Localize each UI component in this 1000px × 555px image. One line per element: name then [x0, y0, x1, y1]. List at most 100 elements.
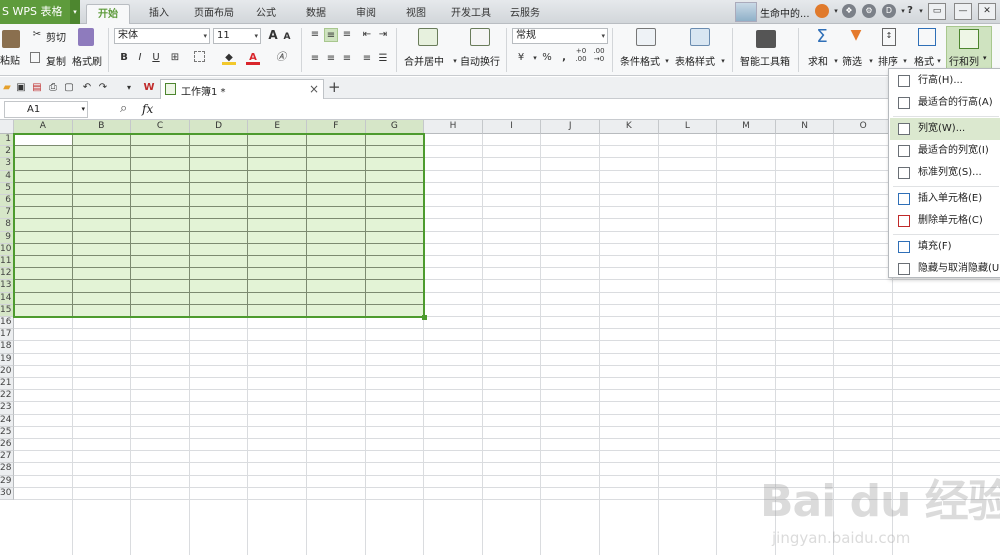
export-pdf-icon[interactable]: ▤	[30, 81, 44, 95]
tab-cloud[interactable]: 云服务	[506, 4, 544, 24]
row-header[interactable]: 14	[0, 292, 14, 305]
decrease-font-icon[interactable]: A	[280, 30, 294, 44]
name-box-caret-icon[interactable]: ▾	[81, 102, 85, 117]
row-header[interactable]: 4	[0, 170, 14, 183]
sum-icon[interactable]: Σ	[812, 27, 832, 47]
increase-font-icon[interactable]: A	[266, 28, 280, 42]
sort-icon[interactable]: ↕	[882, 28, 896, 46]
restore-icon[interactable]: ✕	[978, 3, 996, 20]
tab-review[interactable]: 审阅	[350, 4, 382, 24]
column-header[interactable]: O	[834, 120, 893, 134]
worksheet-grid[interactable]: A B C D E F G H I J K L M N O 1 2 3 4 5 6 7 8 9 10 11 12 13 14 15 16 17…	[0, 120, 1000, 555]
document-tab[interactable]: 工作簿1 * ×	[160, 79, 324, 99]
table-style-icon[interactable]	[690, 28, 710, 46]
column-header[interactable]: I	[482, 120, 542, 134]
tab-page-layout[interactable]: 页面布局	[186, 4, 242, 24]
undo-icon[interactable]: ↶	[80, 81, 94, 95]
tab-data[interactable]: 数据	[300, 4, 332, 24]
column-header[interactable]: B	[72, 120, 132, 134]
customize-qa-caret-icon[interactable]: ▾	[122, 81, 136, 95]
thousands-button[interactable]: ,	[557, 51, 571, 65]
row-header[interactable]: 11	[0, 256, 14, 269]
copy-button[interactable]: 复制	[46, 53, 66, 68]
tab-insert[interactable]: 插入	[140, 4, 178, 24]
column-header[interactable]: M	[717, 120, 776, 134]
sum-button[interactable]: 求和	[808, 53, 828, 68]
upload-icon[interactable]: ▭	[928, 3, 946, 20]
font-color-icon[interactable]: A	[246, 51, 260, 65]
merge-center-button[interactable]: 合并居中	[404, 53, 444, 68]
font-size-caret-icon[interactable]: ▾	[254, 29, 258, 43]
font-size-select[interactable]: 11 ▾	[213, 28, 261, 44]
row-header[interactable]: 7	[0, 207, 14, 220]
align-right-icon[interactable]: ≡	[340, 52, 354, 66]
scissors-icon[interactable]: ✂	[30, 28, 44, 42]
format-painter-button[interactable]: 格式刷	[72, 53, 102, 68]
align-left-icon[interactable]: ≡	[308, 52, 322, 66]
clear-format-icon[interactable]: Ⓐ	[274, 51, 288, 65]
close-tab-icon[interactable]: ×	[309, 82, 319, 96]
menu-item-best-column-width[interactable]: 最适合的列宽(I)	[890, 140, 1000, 162]
column-header[interactable]: G	[365, 120, 425, 134]
column-header[interactable]: D	[189, 120, 249, 134]
tab-formulas[interactable]: 公式	[250, 4, 282, 24]
borders-icon[interactable]: ⊞	[168, 51, 182, 65]
increase-decimal-button[interactable]: +0 .00	[574, 47, 588, 63]
column-header[interactable]: J	[541, 120, 600, 134]
align-bottom-icon[interactable]: ≡	[340, 28, 354, 42]
feedback-icon[interactable]: D	[882, 4, 896, 18]
tab-view[interactable]: 视图	[400, 4, 432, 24]
font-name-select[interactable]: 宋体 ▾	[114, 28, 210, 44]
row-header[interactable]: 24	[0, 414, 14, 427]
sort-button[interactable]: 排序	[878, 53, 898, 68]
user-name[interactable]: 生命中的...	[760, 5, 810, 20]
paste-icon[interactable]	[2, 30, 20, 48]
conditional-format-icon[interactable]	[636, 28, 656, 46]
menu-item-insert-cells[interactable]: 插入单元格(E)	[890, 188, 1000, 210]
merge-center-icon[interactable]	[418, 28, 438, 46]
row-header[interactable]: 30	[0, 487, 14, 500]
font-name-caret-icon[interactable]: ▾	[203, 29, 207, 43]
row-header[interactable]: 9	[0, 231, 14, 244]
sort-caret-icon[interactable]: ▾	[898, 54, 912, 68]
indent-decrease-icon[interactable]: ⇤	[360, 28, 374, 42]
row-header[interactable]: 29	[0, 475, 14, 488]
column-header[interactable]: F	[307, 120, 366, 134]
settings-icon[interactable]: ⚙	[862, 4, 876, 18]
distribute-icon[interactable]: ☰	[376, 52, 390, 66]
format-painter-icon[interactable]	[78, 28, 94, 46]
align-middle-icon[interactable]: ≡	[324, 28, 338, 42]
smart-toolbox-button[interactable]: 智能工具箱	[740, 53, 790, 68]
bold-button[interactable]: B	[117, 51, 131, 65]
row-header[interactable]: 28	[0, 463, 14, 476]
filter-icon[interactable]: ▼	[848, 28, 864, 44]
row-header[interactable]: 27	[0, 451, 14, 464]
app-menu-caret-icon[interactable]: ▾	[70, 0, 80, 24]
filter-button[interactable]: 筛选	[842, 53, 862, 68]
zoom-icon[interactable]: ⌕	[120, 101, 127, 116]
menu-item-best-row-height[interactable]: 最适合的行高(A)	[890, 92, 1000, 114]
user-menu-caret-icon[interactable]: ▾	[829, 4, 843, 18]
currency-icon[interactable]: ¥	[514, 51, 528, 65]
row-header[interactable]: 5	[0, 182, 14, 195]
row-col-button[interactable]: 行和列 ▾	[946, 26, 992, 74]
italic-button[interactable]: I	[133, 51, 147, 65]
row-header[interactable]: 1	[0, 134, 14, 147]
print-preview-icon[interactable]: ▢	[62, 81, 76, 95]
row-header[interactable]: 8	[0, 219, 14, 232]
redo-icon[interactable]: ↷	[96, 81, 110, 95]
row-header[interactable]: 17	[0, 329, 14, 342]
underline-button[interactable]: U	[149, 51, 163, 65]
open-file-icon[interactable]: ▰	[0, 81, 14, 95]
column-header[interactable]: A	[14, 120, 73, 134]
sum-caret-icon[interactable]: ▾	[829, 54, 843, 68]
row-header[interactable]: 26	[0, 439, 14, 452]
decrease-decimal-button[interactable]: .00 →0	[592, 47, 606, 63]
minimize-icon[interactable]: —	[954, 3, 972, 20]
wrap-text-button[interactable]: 自动换行	[460, 53, 500, 68]
grid-canvas[interactable]: A B C D E F G H I J K L M N O 1 2 3 4 5 6 7 8 9 10 11 12 13 14 15 16 17…	[0, 120, 1000, 555]
row-header[interactable]: 20	[0, 365, 14, 378]
row-header[interactable]: 19	[0, 353, 14, 366]
indent-increase-icon[interactable]: ⇥	[376, 28, 390, 42]
row-header[interactable]: 6	[0, 195, 14, 208]
